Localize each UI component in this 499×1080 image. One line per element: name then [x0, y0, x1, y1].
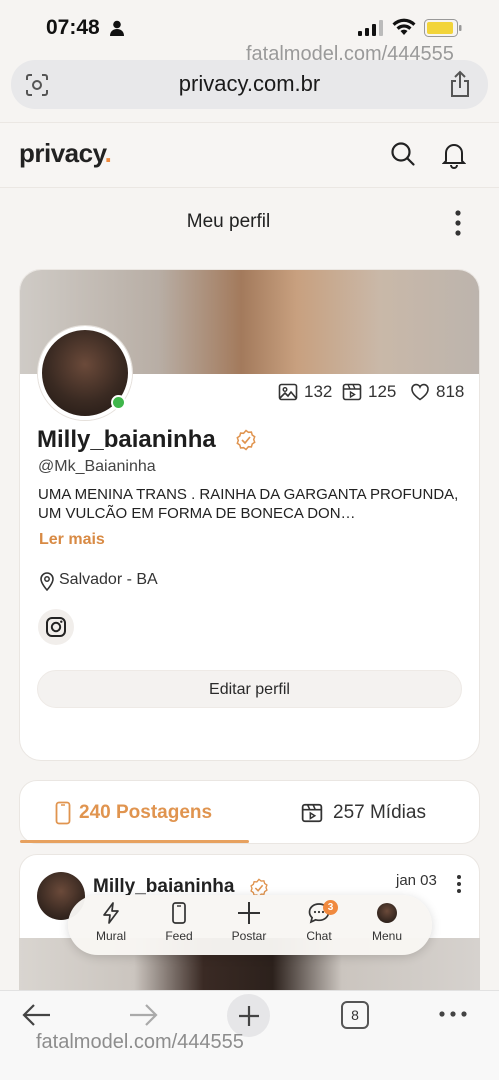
privacy-logo[interactable]: privacy.	[19, 138, 112, 169]
share-icon[interactable]	[448, 70, 472, 98]
active-tab-indicator	[20, 840, 249, 843]
battery-icon	[424, 19, 462, 37]
video-icon	[342, 383, 362, 401]
profile-bio: UMA MENINA TRANS . RAINHA DA GARGANTA PR…	[38, 486, 459, 522]
stat-videos: 125	[342, 382, 396, 402]
phone-icon	[172, 902, 186, 924]
more-horizontal-icon[interactable]	[438, 1008, 468, 1020]
tabs-switcher-button[interactable]: 8	[341, 1001, 369, 1029]
stat-likes: 818	[410, 382, 464, 402]
stat-photos: 132	[278, 382, 332, 402]
heart-icon	[411, 383, 429, 401]
search-icon[interactable]	[390, 141, 416, 167]
watermark-bottom: fatalmodel.com/444555	[36, 1031, 244, 1053]
back-arrow-icon[interactable]	[22, 1002, 52, 1028]
online-status-dot	[111, 395, 126, 410]
plus-icon	[238, 902, 260, 924]
avatar-icon	[377, 903, 397, 923]
phone-icon	[55, 801, 71, 825]
read-more-link[interactable]: Ler mais	[39, 531, 105, 549]
chat-unread-badge: 3	[323, 900, 338, 915]
location-pin-icon	[40, 572, 54, 591]
status-time: 07:48	[46, 16, 100, 39]
nav-menu[interactable]: Menu	[357, 901, 417, 943]
instagram-link[interactable]	[38, 609, 74, 645]
username-handle: @Mk_Baianinha	[38, 458, 156, 475]
bell-icon[interactable]	[442, 141, 466, 169]
nav-mural[interactable]: Mural	[81, 901, 141, 943]
plus-icon	[238, 1005, 259, 1026]
edit-profile-button[interactable]: Editar perfil	[37, 670, 462, 708]
nav-chat[interactable]: Chat	[289, 901, 349, 943]
tab-posts[interactable]: 240 Postagens	[55, 801, 212, 825]
url-text[interactable]: privacy.com.br	[0, 71, 499, 97]
video-icon	[301, 803, 323, 823]
profile-location: Salvador - BA	[59, 571, 158, 588]
forward-arrow-icon[interactable]	[128, 1002, 158, 1028]
wifi-icon	[392, 18, 416, 35]
display-name: Milly_baianinha	[37, 426, 216, 453]
post-date: jan 03	[396, 872, 437, 889]
nav-postar[interactable]: Postar	[219, 901, 279, 943]
image-icon	[278, 383, 298, 401]
nav-feed[interactable]: Feed	[149, 901, 209, 943]
page-title: Meu perfil	[186, 211, 271, 232]
post-options-icon[interactable]	[452, 873, 466, 895]
verified-badge-icon	[236, 429, 256, 451]
person-icon	[110, 20, 124, 36]
signal-icon	[358, 20, 383, 36]
lightning-icon	[103, 902, 119, 924]
instagram-icon	[46, 617, 66, 637]
more-options-icon[interactable]	[449, 208, 467, 238]
tab-media[interactable]: 257 Mídias	[301, 802, 426, 824]
